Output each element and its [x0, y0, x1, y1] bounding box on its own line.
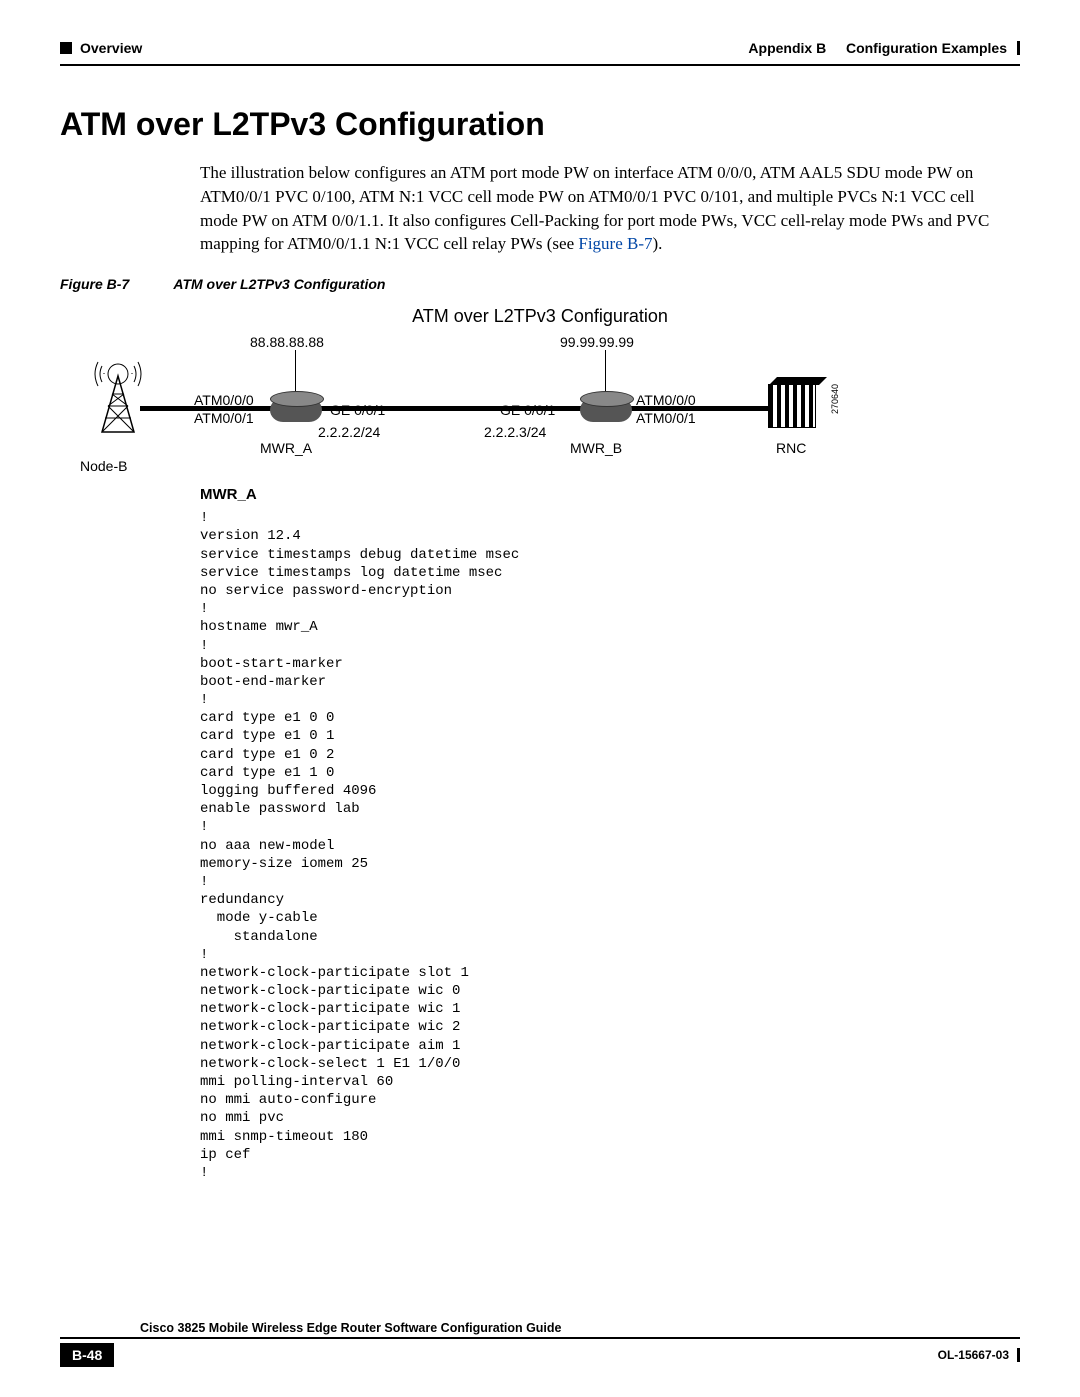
subnet-left-label: 2.2.2.2/24	[318, 424, 380, 440]
config-heading: MWR_A	[200, 486, 1020, 503]
atm001-left-label: ATM0/0/1	[194, 410, 254, 426]
page-footer: Cisco 3825 Mobile Wireless Edge Router S…	[60, 1321, 1020, 1367]
page-header: Overview Appendix B Configuration Exampl…	[60, 40, 1020, 56]
figure-link[interactable]: Figure B-7	[578, 234, 652, 253]
router-b-icon	[580, 398, 632, 422]
network-diagram: ATM over L2TPv3 Configuration 88.88.88.8…	[60, 306, 1020, 476]
atm000-left-label: ATM0/0/0	[194, 392, 254, 408]
doc-id: OL-15667-03	[938, 1348, 1009, 1362]
figure-number: Figure B-7	[60, 276, 170, 292]
tower-icon	[90, 354, 146, 440]
header-marker-left-icon	[60, 42, 72, 54]
diagram-title: ATM over L2TPv3 Configuration	[412, 306, 668, 327]
footer-guide-title: Cisco 3825 Mobile Wireless Edge Router S…	[140, 1321, 1020, 1335]
subnet-right-label: 2.2.2.3/24	[484, 424, 546, 440]
ip-address-left: 88.88.88.88	[250, 334, 324, 350]
diagram-id: 270640	[830, 384, 840, 414]
figure-caption-text: ATM over L2TPv3 Configuration	[173, 276, 385, 292]
intro-paragraph: The illustration below configures an ATM…	[200, 161, 1000, 256]
mwr-a-label: MWR_A	[260, 440, 312, 456]
header-section-label: Overview	[80, 40, 142, 56]
ge001-left-label: GE 0/0/1	[330, 402, 385, 418]
section-title: ATM over L2TPv3 Configuration	[60, 106, 1020, 143]
atm001-right-label: ATM0/0/1	[636, 410, 696, 426]
header-rule	[60, 64, 1020, 66]
rnc-icon	[768, 384, 816, 428]
page-number-badge: B-48	[60, 1343, 114, 1367]
ip-address-right: 99.99.99.99	[560, 334, 634, 350]
header-marker-right-icon	[1017, 41, 1020, 55]
intro-tail: ).	[653, 234, 663, 253]
config-block: ! version 12.4 service timestamps debug …	[200, 509, 1020, 1182]
rnc-label: RNC	[776, 440, 806, 456]
mwr-b-label: MWR_B	[570, 440, 622, 456]
header-appendix: Appendix B	[748, 40, 826, 56]
ge001-right-label: GE 0/0/1	[500, 402, 555, 418]
router-a-icon	[270, 398, 322, 422]
node-b-label: Node-B	[80, 458, 127, 474]
figure-caption: Figure B-7 ATM over L2TPv3 Configuration	[60, 276, 1020, 292]
atm000-right-label: ATM0/0/0	[636, 392, 696, 408]
footer-rule	[60, 1337, 1020, 1339]
footer-marker-icon	[1017, 1348, 1020, 1362]
header-appendix-title: Configuration Examples	[846, 40, 1007, 56]
